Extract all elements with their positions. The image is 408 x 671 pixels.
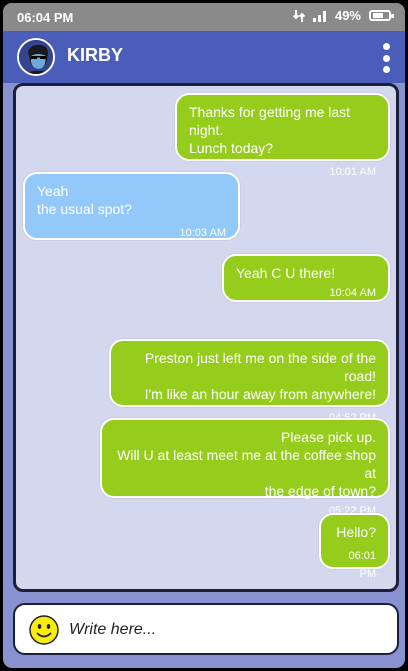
message-time: 10:03 AM bbox=[179, 227, 226, 239]
message-list[interactable]: Thanks for getting me last night. Lunch … bbox=[13, 83, 399, 592]
message-bubble-incoming: Yeah the usual spot? 10:03 AM bbox=[23, 172, 240, 240]
message-time: 06:01 PM bbox=[348, 550, 376, 580]
more-options-icon[interactable] bbox=[381, 43, 391, 73]
battery-percent: 49% bbox=[334, 8, 361, 23]
contact-name[interactable]: KIRBY bbox=[67, 45, 123, 66]
message-bubble-outgoing: Yeah C U there! 10:04 AM bbox=[222, 254, 390, 302]
status-bar: 06:04 PM 49% bbox=[3, 3, 405, 31]
message-bubble-outgoing: Preston just left me on the side of the … bbox=[109, 339, 390, 424]
avatar[interactable] bbox=[17, 38, 55, 76]
smiley-icon[interactable] bbox=[29, 615, 59, 645]
message-text: Yeah C U there! bbox=[236, 265, 336, 281]
phone-frame: 06:04 PM 49% KIRBY Thanks for getting me… bbox=[0, 0, 408, 671]
message-time: 10:04 AM bbox=[329, 287, 376, 299]
message-text: Yeah the usual spot? bbox=[37, 183, 132, 217]
message-text: Hello? bbox=[336, 524, 376, 540]
signal-icon bbox=[312, 10, 326, 22]
status-icons: 49% bbox=[292, 8, 394, 23]
battery-icon bbox=[369, 10, 394, 21]
message-input[interactable] bbox=[69, 619, 369, 641]
message-text: Thanks for getting me last night. Lunch … bbox=[189, 104, 351, 156]
chat-header: KIRBY bbox=[3, 31, 405, 83]
contact-portrait-icon bbox=[19, 40, 53, 74]
status-time: 06:04 PM bbox=[17, 10, 74, 25]
message-bubble-outgoing: Hello? 06:01 PM bbox=[319, 513, 390, 580]
data-transfer-icon bbox=[292, 9, 305, 22]
message-text: Please pick up. Will U at least meet me … bbox=[117, 429, 376, 499]
message-bubble-outgoing: Thanks for getting me last night. Lunch … bbox=[175, 93, 390, 178]
message-text: Preston just left me on the side of the … bbox=[144, 350, 376, 402]
message-composer bbox=[13, 603, 399, 655]
message-bubble-outgoing: Please pick up. Will U at least meet me … bbox=[100, 418, 390, 517]
